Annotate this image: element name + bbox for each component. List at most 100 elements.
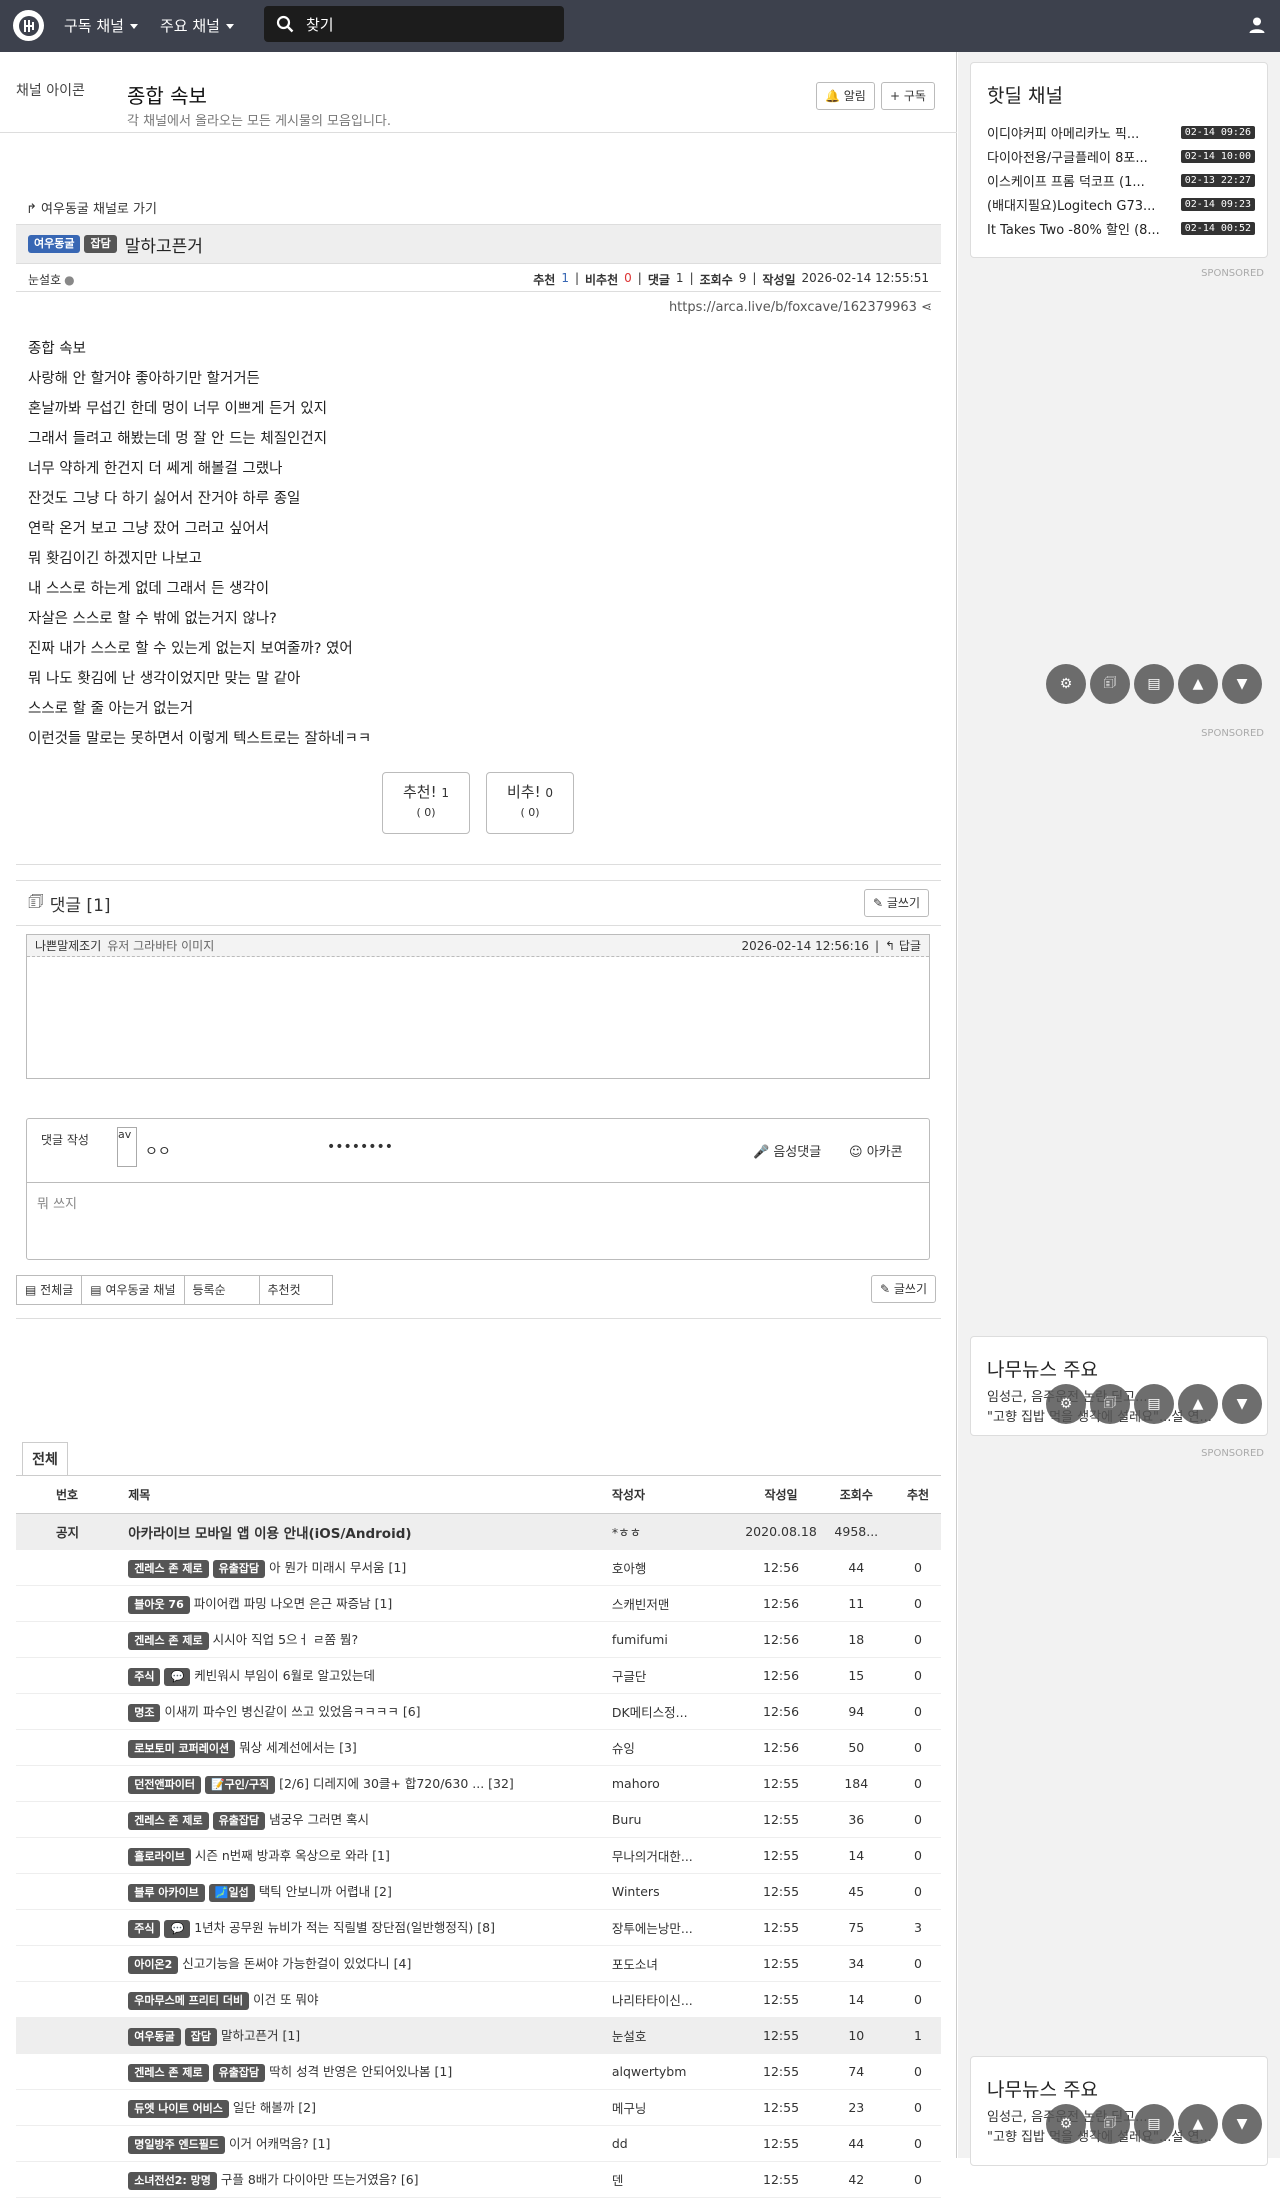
post-author[interactable]: 눈설호 (28, 271, 61, 288)
subscribe-button[interactable]: + 구독 (881, 82, 935, 110)
share-icon[interactable]: ⋖ (921, 300, 932, 315)
table-row[interactable]: 명일방주 엔드필드 이거 어캐먹음? [1] dd 12:55 44 0 (16, 2125, 941, 2162)
table-row[interactable]: 겐레스 존 제로 유출잡담 딱히 성격 반영은 안되어있나봄 [1] alqwerty… (16, 2053, 941, 2090)
downvote-button[interactable]: 비추! 0 ( 0) (486, 772, 574, 834)
row-author[interactable]: 나리타타이신... (611, 1981, 745, 2018)
arrow-up-icon[interactable]: ▲ (1178, 1384, 1218, 1424)
arrow-down-icon[interactable]: ▼ (1222, 2104, 1262, 2144)
row-author[interactable]: 눈설호 (611, 2017, 745, 2054)
row-author[interactable]: Buru (611, 1801, 745, 1838)
list-icon[interactable]: ▤ (1134, 1384, 1174, 1424)
table-row[interactable]: 홀로라이브 시즌 n번째 방과후 옥상으로 와라 [1] 무나의거대한... 12:5… (16, 1837, 941, 1874)
table-row[interactable]: 공지 아카라이브 모바일 앱 이용 안내(iOS/Android) *ㅎㅎ 2020.… (16, 1513, 941, 1550)
gear-icon[interactable]: ⚙ (1046, 664, 1086, 704)
comment-author[interactable]: 나쁜말제조기 (35, 937, 101, 954)
hotdeal-title[interactable]: 핫딜 채널 (987, 81, 1267, 108)
row-title-cell[interactable]: 명조 이새끼 파수인 병신같이 쓰고 있었음ㅋㅋㅋㅋ [6] (128, 1693, 612, 1730)
table-row[interactable]: 우마무스메 프리티 더비 이건 또 뭐야 나리타타이신... 12:55 14 0 (16, 1981, 941, 2018)
gear-icon[interactable]: ⚙ (1046, 2104, 1086, 2144)
row-title-cell[interactable]: 블루 아카이브 🗾일섭 택틱 안보니까 어렵내 [2] (128, 1873, 612, 1910)
row-author[interactable]: DK메티스정... (611, 1693, 745, 1730)
tab-all[interactable]: 전체 (22, 1442, 68, 1476)
user-icon[interactable] (1248, 16, 1266, 38)
table-row[interactable]: 로보토미 코퍼레이션 뭐상 세계선에서는 [3] 슈잉 12:56 50 0 (16, 1729, 941, 1766)
table-row[interactable]: 주식 💬 1년차 공무원 뉴비가 적는 직릴별 장단점(일반행정직) [8] 장투에는… (16, 1909, 941, 1946)
arrow-up-icon[interactable]: ▲ (1178, 2104, 1218, 2144)
row-title-cell[interactable]: 겐레스 존 제로 시시아 직업 5으ㅓ ㄹ쫌 뭠? (128, 1621, 612, 1658)
row-author[interactable]: Winters (611, 1873, 745, 1910)
subscribed-channels-menu[interactable]: 구독 채널 (64, 15, 138, 36)
alarm-button[interactable]: 🔔 알림 (816, 82, 875, 110)
nickname-field[interactable]: ㅇㅇ (145, 1141, 171, 1161)
row-author[interactable]: 슈잉 (611, 1729, 745, 1766)
category-badge[interactable]: 잡담 (84, 235, 117, 253)
news-title[interactable]: 나무뉴스 주요 (987, 2075, 1267, 2102)
row-title-cell[interactable]: 블아웃 76 파이어캡 파밍 나오면 은근 짜증남 [1] (128, 1585, 612, 1622)
row-author[interactable]: 장투에는낭만... (611, 1909, 745, 1946)
table-row[interactable]: 소녀전선2: 망명 구플 8배가 다이아만 뜨는거였음? [6] 덴 12:55 42 0 (16, 2161, 941, 2198)
comment-textarea[interactable]: 뭐 쓰지 (27, 1183, 929, 1222)
arrow-up-icon[interactable]: ▲ (1178, 664, 1218, 704)
row-author[interactable]: *ㅎㅎ (611, 1513, 745, 1550)
arcacon-button[interactable]: ☺ 아카콘 (849, 1141, 903, 1160)
row-title-cell[interactable]: 로보토미 코퍼레이션 뭐상 세계선에서는 [3] (128, 1729, 612, 1766)
hotdeal-item[interactable]: (배대지필요)Logitech G73... 02-14 09:23 (971, 192, 1267, 216)
news-title[interactable]: 나무뉴스 주요 (987, 1355, 1267, 1382)
table-row[interactable]: 주식 💬 케빈워시 부임이 6월로 알고있는데 구글단 12:56 15 0 (16, 1657, 941, 1694)
main-channels-menu[interactable]: 주요 채널 (160, 15, 234, 36)
reply-button[interactable]: ↰ 답글 (885, 937, 921, 954)
row-title-cell[interactable]: 명일방주 엔드필드 이거 어캐먹음? [1] (128, 2125, 612, 2162)
row-author[interactable]: dd (611, 2125, 745, 2162)
channel-badge[interactable]: 여우동굴 (28, 235, 81, 253)
hotdeal-item[interactable]: 이디야커피 아메리카노 픽... 02-14 09:26 (971, 120, 1267, 144)
sort-order-select[interactable]: 등록순 (183, 1275, 260, 1305)
hotdeal-item[interactable]: 이스케이프 프롬 덕코프 (1... 02-13 22:27 (971, 168, 1267, 192)
row-title-cell[interactable]: 아카라이브 모바일 앱 이용 안내(iOS/Android) (128, 1513, 612, 1550)
post-url-link[interactable]: https://arca.live/b/foxcave/162379963 ⋖ (669, 300, 932, 315)
write-post-button[interactable]: ✎ 글쓰기 (871, 1275, 936, 1303)
table-row[interactable]: 겐레스 존 제로 시시아 직업 5으ㅓ ㄹ쫌 뭠? fumifumi 12:56 18 0 (16, 1621, 941, 1658)
row-title-cell[interactable]: 여우동굴 잡담 말하고픈거 [1] (128, 2017, 612, 2054)
channel-posts-button[interactable]: ▤ 여우동굴 채널 (81, 1275, 185, 1305)
row-author[interactable]: 메구닝 (611, 2089, 745, 2126)
table-row[interactable]: 듀엣 나이트 어비스 일단 해볼까 [2] 메구닝 12:55 23 0 (16, 2089, 941, 2126)
hotdeal-item[interactable]: It Takes Two -80% 할인 (8... 02-14 00:52 (971, 216, 1267, 240)
row-title-cell[interactable]: 듀엣 나이트 어비스 일단 해볼까 [2] (128, 2089, 612, 2126)
voice-comment-button[interactable]: 🎤 음성댓글 (753, 1141, 821, 1160)
arrow-down-icon[interactable]: ▼ (1222, 1384, 1262, 1424)
search-input[interactable]: 찾기 (264, 6, 564, 42)
comments-icon[interactable]: 🗊 (1090, 664, 1130, 704)
table-row[interactable]: 명조 이새끼 파수인 병신같이 쓰고 있었음ㅋㅋㅋㅋ [6] DK메티스정... 12… (16, 1693, 941, 1730)
table-row[interactable]: 던전앤파이터 📝구인/구직 [2/6] 디레지에 30클+ 합720/630 ...… (16, 1765, 941, 1802)
list-icon[interactable]: ▤ (1134, 664, 1174, 704)
row-author[interactable]: alqwertybm (611, 2053, 745, 2090)
table-row[interactable]: 겐레스 존 제로 유출잡담 아 뭔가 미래시 무서움 [1] 호아행 12:56 44 0 (16, 1549, 941, 1586)
gear-icon[interactable]: ⚙ (1046, 1384, 1086, 1424)
best-cut-select[interactable]: 추천컷 (258, 1275, 333, 1305)
arrow-down-icon[interactable]: ▼ (1222, 664, 1262, 704)
table-row[interactable]: 블루 아카이브 🗾일섭 택틱 안보니까 어렵내 [2] Winters 12:55 45 0 (16, 1873, 941, 1910)
row-title-cell[interactable]: 겐레스 존 제로 유출잡담 딱히 성격 반영은 안되어있나봄 [1] (128, 2053, 612, 2090)
row-title-cell[interactable]: 던전앤파이터 📝구인/구직 [2/6] 디레지에 30클+ 합720/630 ...… (128, 1765, 612, 1802)
comments-icon[interactable]: 🗊 (1090, 1384, 1130, 1424)
row-title-cell[interactable]: 주식 💬 1년차 공무원 뉴비가 적는 직릴별 장단점(일반행정직) [8] (128, 1909, 612, 1946)
row-author[interactable]: fumifumi (611, 1621, 745, 1658)
password-field[interactable]: •••••••• (327, 1139, 393, 1155)
all-posts-button[interactable]: ▤ 전체글 (16, 1275, 83, 1305)
row-author[interactable]: 덴 (611, 2161, 745, 2198)
table-row[interactable]: 겐레스 존 제로 유출잡담 냄궁우 그러면 혹시 Buru 12:55 36 0 (16, 1801, 941, 1838)
comments-icon[interactable]: 🗊 (1090, 2104, 1130, 2144)
row-author[interactable]: 스캐빈저맨 (611, 1585, 745, 1622)
row-title-cell[interactable]: 홀로라이브 시즌 n번째 방과후 옥상으로 와라 [1] (128, 1837, 612, 1874)
row-author[interactable]: mahoro (611, 1765, 745, 1802)
row-title-cell[interactable]: 겐레스 존 제로 유출잡담 아 뭔가 미래시 무서움 [1] (128, 1549, 612, 1586)
table-row[interactable]: 여우동굴 잡담 말하고픈거 [1] 눈설호 12:55 10 1 (16, 2017, 941, 2054)
row-title-cell[interactable]: 아이온2 신고기능을 돈써야 가능한걸이 있었다니 [4] (128, 1945, 612, 1982)
row-author[interactable]: 구글단 (611, 1657, 745, 1694)
row-author[interactable]: 포도소녀 (611, 1945, 745, 1982)
upvote-button[interactable]: 추천! 1 ( 0) (382, 772, 470, 834)
table-row[interactable]: 아이온2 신고기능을 돈써야 가능한걸이 있었다니 [4] 포도소녀 12:55 34 0 (16, 1945, 941, 1982)
row-title-cell[interactable]: 우마무스메 프리티 더비 이건 또 뭐야 (128, 1981, 612, 2018)
back-to-channel-link[interactable]: ↱ 여우동굴 채널로 가기 (26, 198, 157, 217)
channel-title[interactable]: 종합 속보 (127, 80, 207, 109)
